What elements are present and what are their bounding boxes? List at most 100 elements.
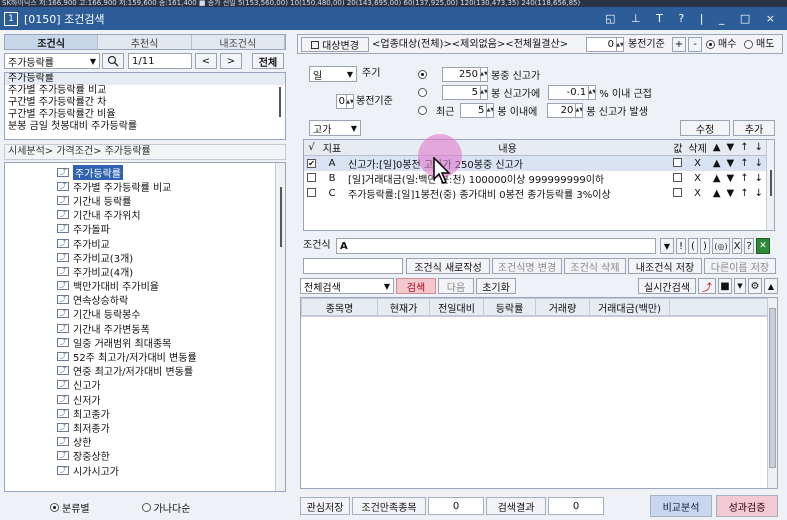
table-row[interactable]: C 주가등락률:[일]1봉전(중) 종가대비 0봉전 종가등락률 3%이상 X … xyxy=(304,186,766,201)
condition-scrollbar[interactable] xyxy=(766,140,774,230)
tree-item[interactable]: ⤴ 주가비교 xyxy=(57,236,197,251)
col-volume[interactable]: 거래량 xyxy=(535,298,590,317)
search-scope-select[interactable]: 전체검색 ▼ xyxy=(300,278,394,294)
result-scrollbar[interactable] xyxy=(767,298,777,488)
row-checkbox[interactable] xyxy=(307,187,316,197)
row-delete[interactable]: X xyxy=(685,171,709,186)
option-3[interactable]: 최근 5 ▲▼ 봉 이내에 20 ▲▼ 봉 신고가 발생 xyxy=(418,102,648,118)
tree-item[interactable]: ⤴ 최저종가 xyxy=(57,420,197,435)
sell-radio[interactable]: 매도 xyxy=(744,37,774,52)
col-change[interactable]: 전일대비 xyxy=(429,298,484,317)
value-checkbox[interactable] xyxy=(673,172,683,182)
next-page-button[interactable]: > xyxy=(220,53,242,69)
delete-condition-button[interactable]: 조건식 삭제 xyxy=(564,258,626,274)
realtime-search-button[interactable]: 실시간검색 xyxy=(638,278,696,294)
tree-item[interactable]: ⤴ 일중 거래범위 최대종목 xyxy=(57,335,197,350)
tree-item[interactable]: ⤴ 주가비교(3개) xyxy=(57,250,197,265)
tab-recommended[interactable]: 추천식 xyxy=(98,35,192,50)
move-up-icon[interactable]: ▲ xyxy=(709,155,724,171)
move-down-icon[interactable]: ▼ xyxy=(724,186,738,201)
buy-radio[interactable]: 매수 xyxy=(706,37,736,52)
tree-item[interactable]: ⤴ 주가별 주가등락률 비교 xyxy=(57,179,197,194)
tree-item[interactable]: ⤴ 연속상승하락 xyxy=(57,293,197,307)
result-scroll-thumb[interactable] xyxy=(769,308,776,468)
option-2[interactable]: 5 ▲▼ 봉 신고가에 -0.1 ▲▼ % 이내 근접 xyxy=(418,84,652,100)
list-scroll-indicator[interactable] xyxy=(279,87,281,117)
formula-group-button[interactable]: (◎) xyxy=(712,238,730,254)
list-item[interactable]: 주가등락률 xyxy=(5,73,285,85)
tree-item[interactable]: ⤴ 시가시고가 xyxy=(57,463,197,478)
col-stock-name[interactable]: 종목명 xyxy=(301,298,378,317)
collapse-icon[interactable]: ▲ xyxy=(764,278,778,294)
tree-item[interactable]: ⤴ 신고가 xyxy=(57,378,197,392)
option-1[interactable]: 250 ▲▼ 봉중 신고가 xyxy=(418,66,540,82)
condition-search-input[interactable]: 주가등락률 ▼ xyxy=(4,53,100,69)
tree-item[interactable]: ⤴ 52주 최고가/저가대비 변동률 xyxy=(57,349,197,364)
tree-item[interactable]: ⤴ 연중 최고가/저가대비 변동률 xyxy=(57,364,197,378)
dropdown-arrow-icon[interactable]: ▼ xyxy=(90,57,96,66)
move-top-icon[interactable]: ↑ xyxy=(737,155,752,171)
tree-item[interactable]: ⤴ 기간내 등락봉수 xyxy=(57,307,197,321)
condition-scroll-thumb[interactable] xyxy=(770,170,772,196)
tree-item[interactable]: ⤴ 기간내 주가변동폭 xyxy=(57,321,197,336)
dropdown-icon[interactable]: ▼ xyxy=(734,278,746,294)
move-up-icon[interactable]: ▲ xyxy=(710,171,724,186)
prev-page-button[interactable]: < xyxy=(195,53,217,69)
tree-item[interactable]: ⤴ 장중상한 xyxy=(57,449,197,463)
formula-x-button[interactable]: X xyxy=(732,238,742,254)
tab-condition[interactable]: 조건식 xyxy=(5,35,99,50)
chart-icon[interactable]: ⤴ xyxy=(698,278,716,294)
target-change-button[interactable]: 대상변경 xyxy=(301,37,369,52)
condition-name-input[interactable] xyxy=(303,258,403,274)
move-top-icon[interactable]: ↑ xyxy=(737,171,751,186)
radio-alphabetical[interactable]: 가나다순 xyxy=(141,500,190,515)
col-trade-value[interactable]: 거래대금(백만) xyxy=(589,298,670,317)
tree-item[interactable]: ⤴ 기간내 등락률 xyxy=(57,193,197,208)
move-down-icon[interactable]: ▼ xyxy=(724,171,738,186)
tree-item[interactable]: ⤴ 기간내 주가위치 xyxy=(57,208,197,222)
compare-analysis-button[interactable]: 비교분석 xyxy=(650,495,712,517)
value-checkbox[interactable] xyxy=(673,187,683,197)
edit-button[interactable]: 수정 xyxy=(680,120,730,136)
list-item[interactable]: 구간별 주가등락률간 비율 xyxy=(5,109,285,121)
add-button[interactable]: 추가 xyxy=(733,120,775,136)
base-bar-input-2[interactable]: 0 ▲▼ xyxy=(336,94,354,109)
tree-scrollbar[interactable] xyxy=(275,163,285,491)
move-down-icon[interactable]: ▼ xyxy=(723,155,738,171)
search-button[interactable] xyxy=(102,53,124,69)
row-checkbox[interactable]: ✔ xyxy=(307,159,316,168)
base-bar-input[interactable]: 0 ▲▼ xyxy=(586,37,624,52)
tree-item[interactable]: ⤴ 최고종가 xyxy=(57,406,197,421)
row-checkbox[interactable] xyxy=(307,172,316,182)
excel-icon[interactable]: ✕ xyxy=(756,238,770,254)
formula-open-paren-button[interactable]: ( xyxy=(688,238,698,254)
minus-icon[interactable]: ■ xyxy=(718,278,732,294)
formula-not-button[interactable]: ! xyxy=(676,238,686,254)
formula-help-button[interactable]: ? xyxy=(744,238,754,254)
radio-by-category[interactable]: 분류별 xyxy=(50,500,90,515)
tree-item[interactable]: ⤴ 상한 xyxy=(57,435,197,449)
move-bottom-icon[interactable]: ↓ xyxy=(752,171,766,186)
plus-button[interactable]: + xyxy=(672,37,686,52)
move-up-icon[interactable]: ▲ xyxy=(710,186,724,201)
move-bottom-icon[interactable]: ↓ xyxy=(751,155,766,171)
list-item[interactable]: 주가별 주가등락률 비교 xyxy=(5,85,285,97)
tree-item[interactable]: ⤴ 주가비교(4개) xyxy=(57,264,197,279)
save-my-condition-button[interactable]: 내조건식 저장 xyxy=(628,258,702,274)
move-top-icon[interactable]: ↑ xyxy=(737,186,751,201)
tree-item[interactable]: ⤴ 주가돌파 xyxy=(57,222,197,236)
formula-input[interactable]: A xyxy=(336,238,656,254)
value-checkbox[interactable] xyxy=(673,157,683,167)
performance-check-button[interactable]: 성과검증 xyxy=(716,495,778,517)
rename-condition-button[interactable]: 조건식명 변경 xyxy=(492,258,562,274)
row-delete[interactable]: X xyxy=(685,155,710,171)
move-bottom-icon[interactable]: ↓ xyxy=(752,186,766,201)
list-item[interactable]: 구간별 주가등락률간 차 xyxy=(5,97,285,109)
new-condition-button[interactable]: 조건식 새로작성 xyxy=(406,258,490,274)
reset-button[interactable]: 초기화 xyxy=(476,278,516,294)
gear-icon[interactable]: ⚙ xyxy=(748,278,762,294)
col-price[interactable]: 현재가 xyxy=(377,298,430,317)
tab-my-condition[interactable]: 내조건식 xyxy=(191,35,285,50)
next-search-button[interactable]: 다음 xyxy=(438,278,474,294)
list-item[interactable]: 분봉 금일 첫봉대비 주가등락률 xyxy=(5,121,285,133)
